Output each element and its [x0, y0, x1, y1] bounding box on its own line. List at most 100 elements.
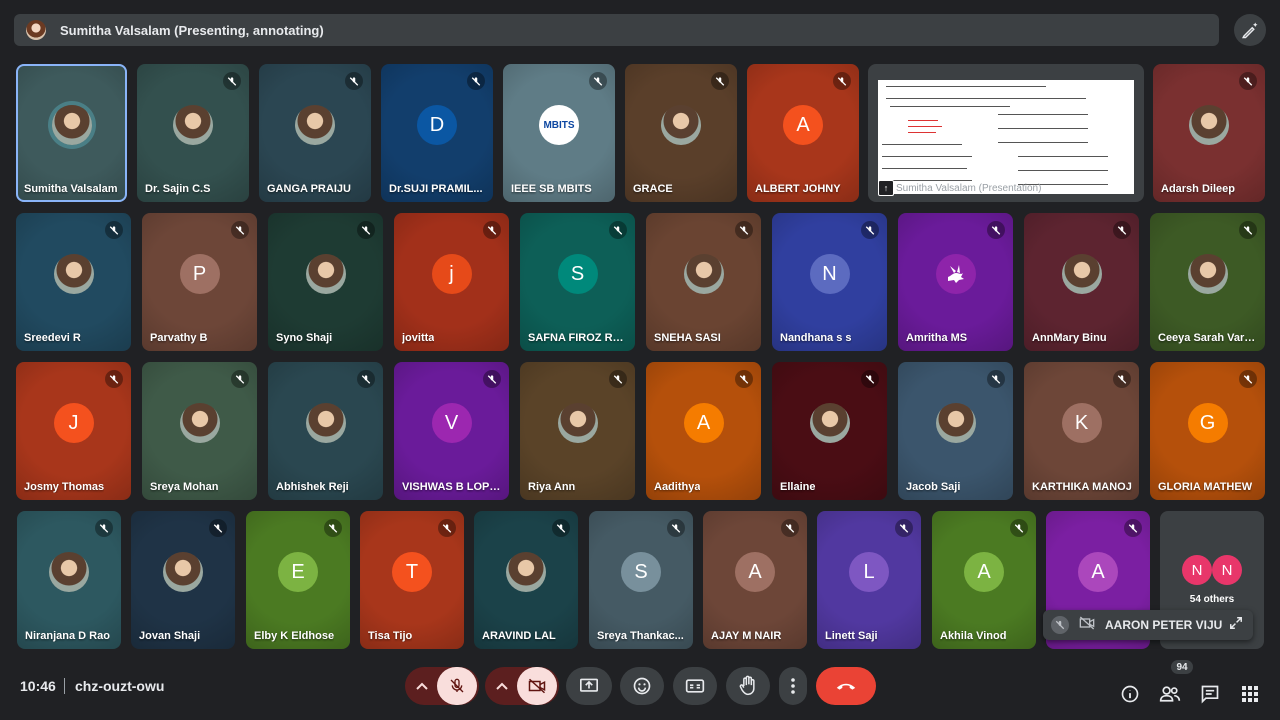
mic-off-icon — [711, 72, 729, 90]
participant-tile[interactable]: A Akhila Vinod — [932, 511, 1036, 649]
raise-hand-button[interactable] — [726, 667, 770, 705]
presentation-slide — [878, 80, 1134, 194]
leave-call-button[interactable] — [816, 667, 876, 705]
avatar-photo — [51, 105, 92, 145]
participant-tile[interactable]: A ALBERT JOHNY — [747, 64, 859, 202]
mic-off-icon — [735, 370, 753, 388]
captions-button[interactable] — [673, 667, 717, 705]
avatar-initial: N — [809, 254, 850, 294]
participant-name: Abhishek Reji — [276, 481, 349, 493]
avatar-initial: A — [1078, 552, 1118, 592]
participant-tile[interactable]: V VISHWAS B LOPEZ — [394, 362, 509, 500]
mic-off-icon — [833, 72, 851, 90]
avatar-photo — [683, 254, 724, 294]
participant-tile[interactable]: GANGA PRAIJU — [259, 64, 371, 202]
participant-name: Sreya Thankac... — [597, 630, 684, 642]
participant-tile[interactable]: ARAVIND LAL — [474, 511, 578, 649]
avatar-photo — [173, 105, 213, 145]
mic-off-icon — [105, 370, 123, 388]
people-button[interactable] — [1158, 682, 1182, 706]
more-options-button[interactable] — [779, 667, 807, 705]
current-time: 10:46 — [20, 678, 56, 694]
pen-sparkle-icon — [1242, 22, 1258, 39]
participant-tile[interactable]: Dr. Sajin C.S — [137, 64, 249, 202]
avatar-initial: T — [392, 552, 432, 592]
avatar-initial: A — [964, 552, 1004, 592]
info-icon — [1121, 685, 1139, 703]
participant-tile[interactable]: SNEHA SASI — [646, 213, 761, 351]
participant-tile[interactable]: Adarsh Dileep — [1153, 64, 1265, 202]
participant-name: Amritha MS — [906, 332, 968, 344]
participant-tile[interactable]: Sumitha Valsalam — [16, 64, 127, 202]
participant-tile[interactable]: P Parvathy B — [142, 213, 257, 351]
participant-tile[interactable]: E Elby K Eldhose — [246, 511, 350, 649]
mic-off-icon — [552, 519, 570, 537]
mic-off-icon — [861, 370, 879, 388]
mic-off-icon — [609, 370, 627, 388]
participant-tile[interactable]: MBITS IEEE SB MBITS — [503, 64, 615, 202]
expand-icon[interactable] — [1229, 616, 1243, 635]
people-count-badge: 94 — [1171, 660, 1193, 674]
participant-tile[interactable]: G GLORIA MATHEW — [1150, 362, 1265, 500]
participant-tile[interactable]: Jovan Shaji — [131, 511, 235, 649]
avatar-photo — [809, 403, 850, 443]
participant-tile[interactable]: S Sreya Thankac... — [589, 511, 693, 649]
participant-tile[interactable]: Sreedevi R — [16, 213, 131, 351]
presentation-caption: Sumitha Valsalam (Presentation) — [896, 183, 1042, 194]
participant-tile[interactable]: A Aadithya — [646, 362, 761, 500]
participant-name: Sreedevi R — [24, 332, 81, 344]
meeting-info-button[interactable] — [1118, 682, 1142, 706]
avatar-initial: A — [735, 552, 775, 592]
participant-tile[interactable]: S SAFNA FIROZ RB... — [520, 213, 635, 351]
participant-tile[interactable]: Abhishek Reji — [268, 362, 383, 500]
camera-options-button[interactable] — [487, 682, 517, 690]
annotate-button[interactable] — [1234, 14, 1266, 46]
participant-tile[interactable]: L Linett Saji — [817, 511, 921, 649]
activities-button[interactable] — [1238, 682, 1262, 706]
avatar-photo — [163, 552, 203, 592]
participant-tile[interactable]: A AJAY M NAIR — [703, 511, 807, 649]
participant-tile[interactable]: GRACE — [625, 64, 737, 202]
participant-tile[interactable]: D Dr.SUJI PRAMIL... — [381, 64, 493, 202]
participant-tile[interactable]: J Josmy Thomas — [16, 362, 131, 500]
mic-off-icon — [1124, 519, 1142, 537]
participant-tile[interactable]: Riya Ann — [520, 362, 635, 500]
participant-tile[interactable]: Jacob Saji — [898, 362, 1013, 500]
participant-tile[interactable]: Ellaine — [772, 362, 887, 500]
mic-off-icon — [1239, 72, 1257, 90]
presenter-avatar — [26, 20, 46, 40]
participant-name: IEEE SB MBITS — [511, 183, 592, 195]
reactions-button[interactable] — [620, 667, 664, 705]
participant-tile[interactable]: T Tisa Tijo — [360, 511, 464, 649]
participant-tile[interactable]: Syno Shaji — [268, 213, 383, 351]
participant-tile[interactable]: K KARTHIKA MANOJ — [1024, 362, 1139, 500]
participant-tile[interactable]: Ceeya Sarah Varg... — [1150, 213, 1265, 351]
mic-options-button[interactable] — [407, 682, 437, 690]
camera-off-icon — [528, 678, 546, 694]
presenter-bar: Sumitha Valsalam (Presenting, annotating… — [14, 14, 1219, 46]
avatar-initial: E — [278, 552, 318, 592]
participant-name: VISHWAS B LOPEZ — [402, 481, 504, 493]
participant-name: Josmy Thomas — [24, 481, 105, 493]
participant-name: Linett Saji — [825, 630, 878, 642]
participant-name: ALBERT JOHNY — [755, 183, 841, 195]
presentation-tile[interactable]: ↑ Sumitha Valsalam (Presentation) — [868, 64, 1144, 202]
participant-tile[interactable]: AnnMary Binu — [1024, 213, 1139, 351]
participant-tile[interactable]: Niranjana D Rao — [17, 511, 121, 649]
participant-tile[interactable]: N Nandhana s s — [772, 213, 887, 351]
mic-off-icon — [357, 221, 375, 239]
participant-tile[interactable]: Amritha MS — [898, 213, 1013, 351]
participant-name: Niranjana D Rao — [25, 630, 110, 642]
participant-name: Aadithya — [654, 481, 701, 493]
camera-toggle-button[interactable] — [517, 667, 557, 705]
participant-tile[interactable]: j jovitta — [394, 213, 509, 351]
chat-button[interactable] — [1198, 682, 1222, 706]
mic-off-icon — [450, 678, 464, 693]
participant-tile[interactable]: Sreya Mohan — [142, 362, 257, 500]
present-button[interactable] — [566, 667, 612, 705]
mic-toggle-button[interactable] — [437, 667, 477, 705]
avatar-photo — [305, 403, 346, 443]
participant-name: AJAY M NAIR — [711, 630, 782, 642]
present-arrow-icon: ↑ — [878, 180, 894, 196]
mic-off-icon — [1113, 221, 1131, 239]
